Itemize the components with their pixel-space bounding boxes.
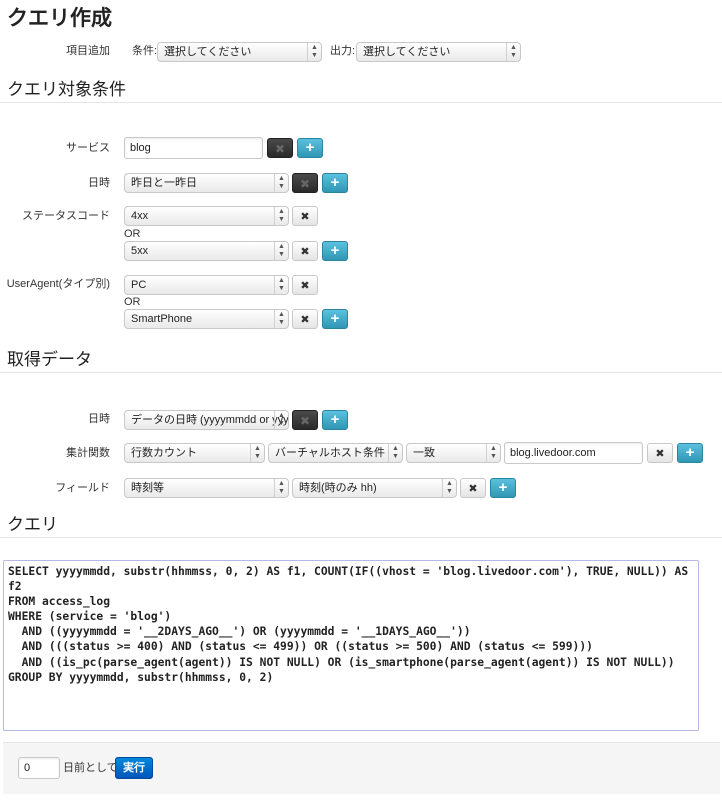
remove-icon: ✖ xyxy=(655,448,665,460)
remove-icon: ✖ xyxy=(274,142,286,156)
add-item-label: 項目追加 xyxy=(66,45,110,57)
useragent-select-1-value: PC xyxy=(131,279,147,291)
or-label: OR xyxy=(124,296,141,308)
divider xyxy=(0,102,722,103)
query-textarea[interactable] xyxy=(3,560,699,731)
remove-status-2-button[interactable]: ✖ xyxy=(292,241,318,261)
select-arrow-icon: ▲ ▼ xyxy=(250,444,264,462)
select-arrow-icon: ▲ ▼ xyxy=(274,479,288,497)
useragent-select-2-value: SmartPhone xyxy=(131,313,193,325)
divider xyxy=(0,372,722,373)
select-arrow-icon: ▲ ▼ xyxy=(274,174,288,192)
add-service-button[interactable]: + xyxy=(297,138,323,158)
output-label: 出力: xyxy=(330,45,356,57)
add-icon: + xyxy=(330,174,340,191)
data-datetime-label: 日時 xyxy=(88,413,110,425)
add-icon: + xyxy=(330,310,340,327)
add-aggregate-button[interactable]: + xyxy=(677,443,703,463)
select-arrow-icon: ▲ ▼ xyxy=(274,310,288,328)
status-select-2-value: 5xx xyxy=(131,245,149,257)
select-arrow-icon: ▲ ▼ xyxy=(388,444,402,462)
condition-select-value: 選択してください xyxy=(164,46,252,58)
remove-icon: ✖ xyxy=(300,246,310,258)
select-arrow-icon: ▲ ▼ xyxy=(274,242,288,260)
datetime-select-value: 昨日と一昨日 xyxy=(131,177,197,189)
aggregate-match-select[interactable]: 一致 ▲ ▼ xyxy=(406,443,501,463)
add-field-button[interactable]: + xyxy=(490,478,516,498)
days-ago-suffix: 日前として xyxy=(63,762,118,774)
select-arrow-icon: ▲ ▼ xyxy=(442,479,456,497)
remove-icon: ✖ xyxy=(300,211,310,223)
remove-status-1-button[interactable]: ✖ xyxy=(292,206,318,226)
service-input[interactable]: blog xyxy=(124,137,263,159)
select-arrow-icon: ▲ ▼ xyxy=(486,444,500,462)
remove-datetime-button[interactable]: ✖ xyxy=(292,173,318,193)
select-arrow-icon: ▲ ▼ xyxy=(274,207,288,225)
field-label: フィールド xyxy=(55,482,110,494)
remove-icon: ✖ xyxy=(300,280,310,292)
select-arrow-icon: ▲ ▼ xyxy=(506,43,520,61)
service-label: サービス xyxy=(66,142,110,154)
data-datetime-select-value: データの日時 (yyyymmdd or yyy xyxy=(131,414,289,426)
remove-useragent-1-button[interactable]: ✖ xyxy=(292,275,318,295)
aggregate-match-value: 一致 xyxy=(413,447,435,459)
condition-label: 条件: xyxy=(132,45,158,57)
add-icon: + xyxy=(498,479,508,496)
select-arrow-icon: ▲ ▼ xyxy=(274,276,288,294)
aggregate-label: 集計関数 xyxy=(66,447,110,459)
select-arrow-icon: ▲ ▼ xyxy=(307,43,321,61)
remove-icon: ✖ xyxy=(299,414,311,428)
output-select[interactable]: 選択してください ▲ ▼ xyxy=(356,42,521,62)
days-ago-input[interactable]: 0 xyxy=(18,757,60,779)
run-button[interactable]: 実行 xyxy=(115,757,153,779)
add-useragent-button[interactable]: + xyxy=(322,309,348,329)
field-value-value: 時刻(時のみ hh) xyxy=(299,482,377,494)
output-select-value: 選択してください xyxy=(363,46,451,58)
footer-bar: 0 日前として 実行 xyxy=(3,742,720,794)
datetime-select[interactable]: 昨日と一昨日 ▲ ▼ xyxy=(124,173,289,193)
useragent-label: UserAgent(タイプ別) xyxy=(6,278,110,290)
condition-select[interactable]: 選択してください ▲ ▼ xyxy=(157,42,322,62)
aggregate-func-value: 行数カウント xyxy=(131,447,197,459)
page-title: クエリ作成 xyxy=(7,7,112,30)
add-status-button[interactable]: + xyxy=(322,241,348,261)
add-icon: + xyxy=(685,444,695,461)
conditions-section-title: クエリ対象条件 xyxy=(7,80,126,99)
datetime-label: 日時 xyxy=(88,177,110,189)
add-datetime-button[interactable]: + xyxy=(322,173,348,193)
status-select-2[interactable]: 5xx ▲ ▼ xyxy=(124,241,289,261)
data-datetime-select[interactable]: データの日時 (yyyymmdd or yyy ▲ ▼ xyxy=(124,410,289,430)
add-icon: + xyxy=(330,242,340,259)
query-section-title: クエリ xyxy=(7,515,58,534)
status-select-1[interactable]: 4xx ▲ ▼ xyxy=(124,206,289,226)
remove-aggregate-button[interactable]: ✖ xyxy=(647,443,673,463)
aggregate-func-select[interactable]: 行数カウント ▲ ▼ xyxy=(124,443,265,463)
remove-icon: ✖ xyxy=(300,314,310,326)
aggregate-value-input[interactable]: blog.livedoor.com xyxy=(504,442,643,464)
remove-icon: ✖ xyxy=(468,483,478,495)
aggregate-cond-select[interactable]: バーチャルホスト条件 ▲ ▼ xyxy=(268,443,403,463)
remove-useragent-2-button[interactable]: ✖ xyxy=(292,309,318,329)
remove-field-button[interactable]: ✖ xyxy=(460,478,486,498)
field-type-value: 時刻等 xyxy=(131,482,164,494)
aggregate-cond-value: バーチャルホスト条件 xyxy=(275,447,385,459)
useragent-select-1[interactable]: PC ▲ ▼ xyxy=(124,275,289,295)
remove-icon: ✖ xyxy=(299,177,311,191)
field-value-select[interactable]: 時刻(時のみ hh) ▲ ▼ xyxy=(292,478,457,498)
field-type-select[interactable]: 時刻等 ▲ ▼ xyxy=(124,478,289,498)
add-icon: + xyxy=(330,411,340,428)
or-label: OR xyxy=(124,228,141,240)
divider xyxy=(0,537,722,538)
status-label: ステータスコード xyxy=(22,210,110,222)
remove-service-button[interactable]: ✖ xyxy=(267,138,293,158)
useragent-select-2[interactable]: SmartPhone ▲ ▼ xyxy=(124,309,289,329)
add-data-datetime-button[interactable]: + xyxy=(322,410,348,430)
status-select-1-value: 4xx xyxy=(131,210,149,222)
select-arrow-icon: ▲ ▼ xyxy=(274,411,288,429)
remove-data-datetime-button[interactable]: ✖ xyxy=(292,410,318,430)
add-icon: + xyxy=(305,139,315,156)
data-section-title: 取得データ xyxy=(7,350,92,369)
